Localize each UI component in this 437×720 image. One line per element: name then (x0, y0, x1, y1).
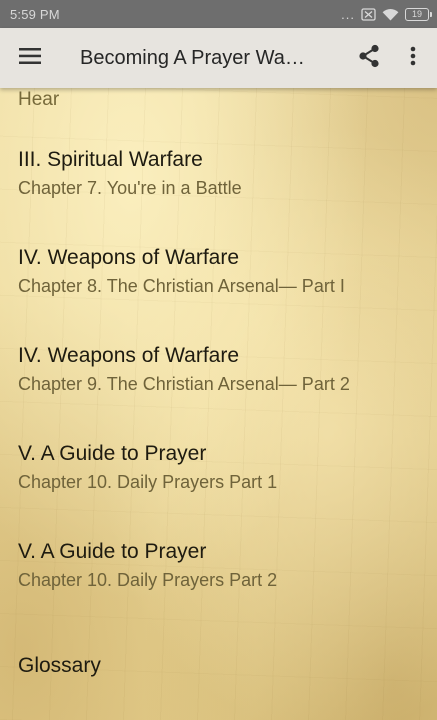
battery-level: 19 (411, 9, 422, 19)
status-icons: ... 19 (341, 6, 432, 22)
list-item-subtitle: Chapter 9. The Christian Arsenal— Part 2 (18, 374, 350, 394)
list-item-title: IV. Weapons of Warfare (18, 246, 240, 269)
status-bar: 5:59 PM ... 19 (0, 0, 437, 28)
list-item[interactable]: IV. Weapons of Warfare Chapter 9. The Ch… (0, 343, 437, 396)
list-item-title: V. A Guide to Prayer (18, 540, 207, 563)
chapter-list: Hear III. Spiritual Warfare Chapter 7. Y… (0, 88, 437, 720)
list-item-title: III. Spiritual Warfare (18, 148, 203, 171)
app-title: Becoming A Prayer Wa… (80, 46, 305, 69)
list-item-subtitle: Chapter 7. You're in a Battle (18, 178, 242, 198)
share-icon (358, 44, 380, 73)
status-time: 5:59 PM (10, 6, 60, 22)
list-item[interactable]: V. A Guide to Prayer Chapter 10. Daily P… (0, 539, 437, 592)
overflow-menu-icon (410, 46, 416, 71)
hamburger-menu-icon (19, 47, 41, 69)
list-item-title: Glossary (18, 654, 101, 677)
list-item-title: V. A Guide to Prayer (18, 442, 207, 465)
partial-list-item-text[interactable]: Hear (18, 89, 59, 111)
list-item-subtitle: Chapter 8. The Christian Arsenal— Part I (18, 276, 345, 296)
list-item-glossary[interactable]: Glossary (0, 653, 437, 679)
list-item[interactable]: V. A Guide to Prayer Chapter 10. Daily P… (0, 441, 437, 494)
battery-icon: 19 (405, 7, 432, 21)
sim-off-icon (361, 7, 376, 21)
menu-button[interactable] (0, 28, 60, 88)
more-options-button[interactable] (391, 28, 435, 88)
share-button[interactable] (347, 28, 391, 88)
list-item-subtitle: Chapter 10. Daily Prayers Part 2 (18, 570, 278, 590)
more-notifications-indicator: ... (341, 6, 355, 22)
list-item[interactable]: IV. Weapons of Warfare Chapter 8. The Ch… (0, 245, 437, 298)
list-item-subtitle: Chapter 10. Daily Prayers Part 1 (18, 472, 278, 492)
list-item-title: IV. Weapons of Warfare (18, 344, 240, 367)
app-bar: Becoming A Prayer Wa… (0, 28, 437, 88)
wifi-icon (382, 8, 399, 21)
list-item[interactable]: III. Spiritual Warfare Chapter 7. You're… (0, 147, 437, 200)
